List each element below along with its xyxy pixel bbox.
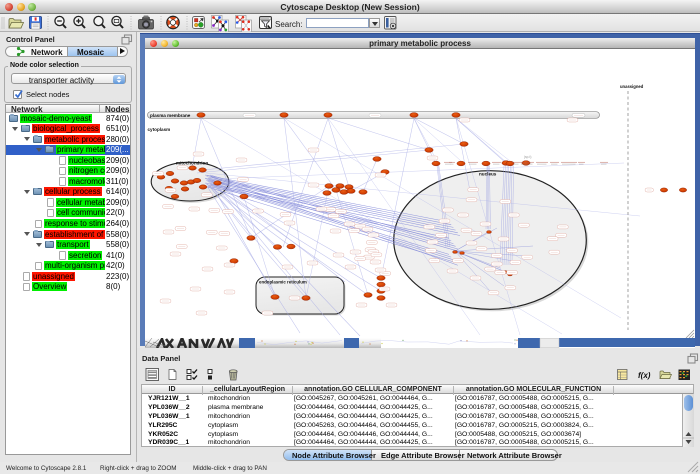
svg-text:cytoplasm: cytoplasm (148, 127, 171, 132)
svg-text:plasma membrane: plasma membrane (150, 113, 191, 118)
svg-text:endoplasmic reticulum: endoplasmic reticulum (259, 280, 307, 285)
svg-text:mitochondrion: mitochondrion (176, 161, 208, 166)
svg-text:f(x): f(x) (638, 371, 651, 380)
svg-text:nucleus: nucleus (479, 172, 497, 177)
svg-text:unassigned: unassigned (620, 84, 644, 89)
svg-text:(sp-t): (sp-t) (524, 155, 531, 159)
